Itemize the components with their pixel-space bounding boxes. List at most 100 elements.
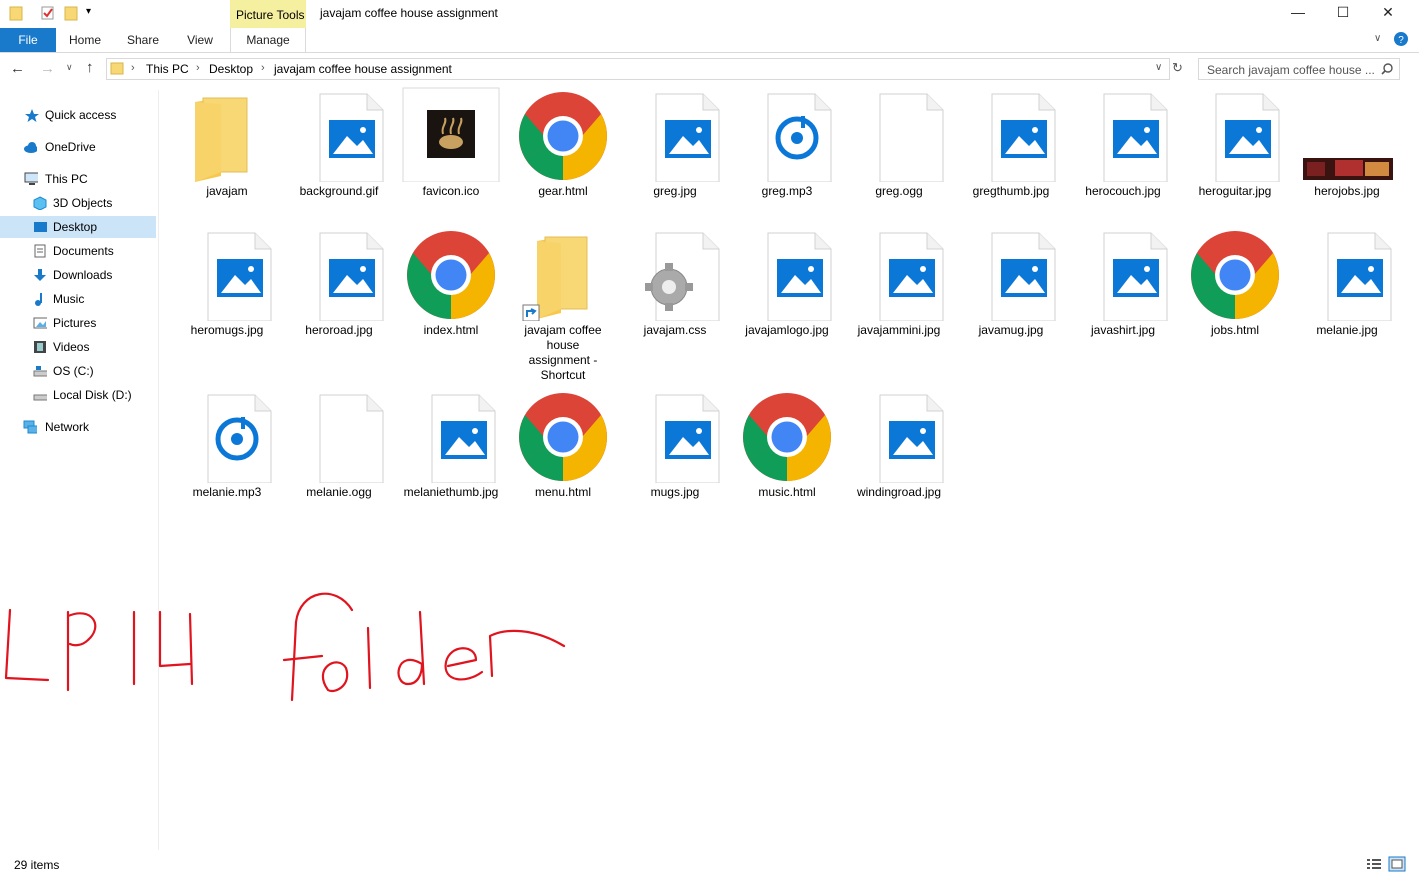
file-item[interactable]: mugs.jpg [623,393,727,503]
file-item[interactable]: music.html [735,393,839,503]
up-icon[interactable]: ↑ [86,59,94,76]
file-name: javamug.jpg [978,323,1044,337]
file-item[interactable]: melaniethumb.jpg [399,393,503,503]
details-view-icon[interactable] [1366,857,1382,871]
nav-this-pc[interactable]: This PC [0,168,156,190]
breadcrumb-separator: › [196,62,200,74]
folder-icon[interactable] [9,5,23,21]
file-item[interactable]: javajam [175,92,279,202]
ribbon-expand-icon[interactable]: ∨ [1374,33,1381,44]
file-name: javajam.css [643,323,707,337]
nav-videos[interactable]: Videos [0,336,156,358]
file-item[interactable]: melanie.jpg [1295,231,1399,341]
file-item[interactable]: menu.html [511,393,615,503]
forward-icon[interactable]: → [40,60,55,77]
breadcrumb-separator: › [131,62,135,74]
breadcrumb-this-pc[interactable]: This PC [146,62,189,76]
image-file-icon [319,232,384,321]
chrome-html-icon [407,231,495,319]
maximize-button[interactable]: ☐ [1323,4,1363,24]
file-item[interactable]: javashirt.jpg [1071,231,1175,341]
file-item[interactable]: greg.mp3 [735,92,839,202]
css-file-icon [645,232,720,321]
nav-pictures[interactable]: Pictures [0,312,156,334]
refresh-icon[interactable]: ↻ [1172,60,1183,76]
nav-documents[interactable]: Documents [0,240,156,262]
file-item[interactable]: heromugs.jpg [175,231,279,341]
minimize-button[interactable]: — [1278,4,1318,24]
back-icon[interactable]: ← [10,60,25,77]
tab-home[interactable]: Home [60,28,110,52]
cloud-icon [24,142,37,153]
file-name: herocouch.jpg [1085,184,1161,198]
image-file-icon [655,394,720,483]
address-dropdown-icon[interactable]: ∨ [1155,62,1162,73]
large-icons-view-icon[interactable] [1388,856,1406,872]
nav-onedrive[interactable]: OneDrive [0,136,156,158]
nav-local-disk-d[interactable]: Local Disk (D:) [0,384,156,406]
file-item[interactable]: javajam.css [623,231,727,341]
file-item[interactable]: heroroad.jpg [287,231,391,341]
film-icon [34,341,46,353]
svg-text:?: ? [1398,35,1404,46]
file-item[interactable]: jobs.html [1183,231,1287,341]
image-file-icon [991,232,1056,321]
file-item[interactable]: gregthumb.jpg [959,92,1063,202]
file-item[interactable]: javajamlogo.jpg [735,231,839,341]
file-item[interactable]: melanie.mp3 [175,393,279,503]
tab-view[interactable]: View [175,28,225,52]
nav-os-c[interactable]: OS (C:) [0,360,156,382]
breadcrumb-desktop[interactable]: Desktop [209,62,253,76]
cube-icon [33,196,47,210]
file-name: favicon.ico [422,184,480,198]
new-folder-icon[interactable] [64,5,78,21]
image-file-icon [1103,93,1168,182]
folder-icon [195,97,248,182]
breadcrumb-current[interactable]: javajam coffee house assignment [274,62,452,76]
image-file-icon [431,394,496,483]
tab-share[interactable]: Share [118,28,168,52]
file-item[interactable]: javamug.jpg [959,231,1063,341]
nav-quick-access[interactable]: Quick access [0,104,156,126]
chrome-html-icon [1191,231,1279,319]
file-item[interactable]: heroguitar.jpg [1183,92,1287,202]
file-name: melanie.ogg [306,485,372,499]
file-item[interactable]: herojobs.jpg [1295,92,1399,202]
handwritten-annotation [4,592,566,702]
file-item[interactable]: background.gif [287,92,391,202]
file-item[interactable]: melanie.ogg [287,393,391,503]
file-item[interactable]: index.html [399,231,503,341]
file-name: menu.html [534,485,592,499]
document-icon [34,244,46,258]
search-input[interactable]: Search javajam coffee house ... [1198,58,1400,80]
file-name: heroroad.jpg [305,323,373,337]
nav-downloads[interactable]: Downloads [0,264,156,286]
help-icon[interactable]: ? [1394,32,1408,46]
nav-desktop[interactable]: Desktop [0,216,156,238]
customize-toolbar-icon[interactable]: ▾ [86,6,91,17]
file-item[interactable]: windingroad.jpg [847,393,951,503]
recent-locations-icon[interactable]: ∨ [66,62,73,73]
file-item[interactable]: greg.ogg [847,92,951,202]
folder-icon [110,62,124,75]
file-item[interactable]: favicon.ico [399,87,503,202]
nav-music[interactable]: Music [0,288,156,310]
file-item[interactable]: javajammini.jpg [847,231,951,341]
address-bar[interactable] [106,58,1170,80]
file-name: jobs.html [1210,323,1260,337]
file-item[interactable]: greg.jpg [623,92,727,202]
tab-file[interactable]: File [0,28,56,52]
item-count: 29 items [14,858,60,872]
file-name: gregthumb.jpg [972,184,1050,198]
nav-network[interactable]: Network [0,416,156,438]
favicon-thumbnail-icon [402,87,500,182]
close-button[interactable]: ✕ [1368,4,1408,24]
file-item[interactable]: gear.html [511,92,615,202]
file-item[interactable]: herocouch.jpg [1071,92,1175,202]
file-name: music.html [758,485,816,499]
tab-manage[interactable]: Manage [230,28,306,52]
blank-file-icon [879,93,944,182]
file-item[interactable]: javajam coffee house assignment - Shortc… [511,231,615,382]
nav-3d-objects[interactable]: 3D Objects [0,192,156,214]
properties-icon[interactable] [40,5,56,21]
